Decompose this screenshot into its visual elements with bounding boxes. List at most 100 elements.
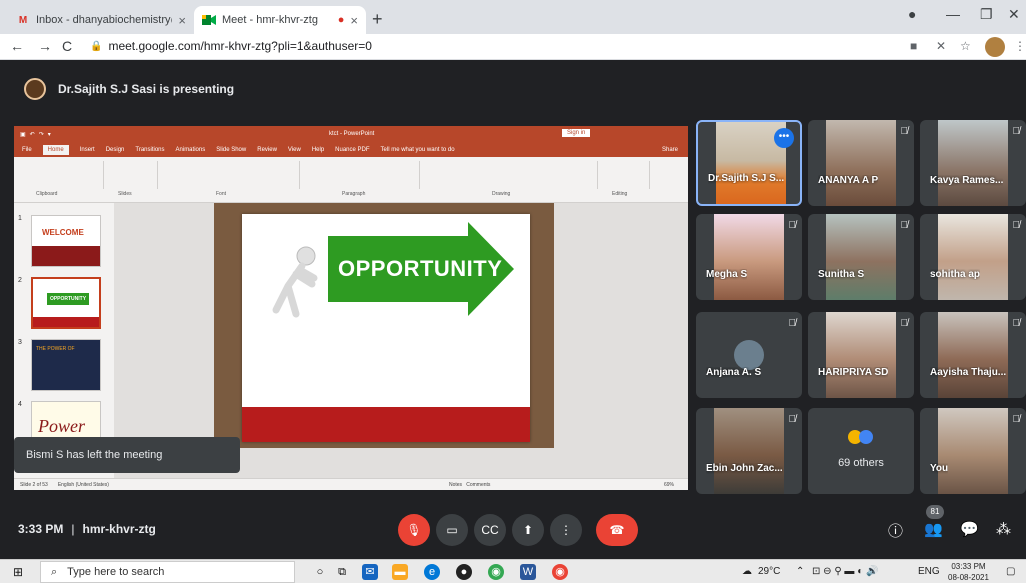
taskbar-search[interactable]: ⌕ Type here to search: [40, 561, 295, 583]
url-field[interactable]: 🔒 meet.google.com/hmr-khvr-ztg?pli=1&aut…: [90, 39, 372, 53]
cortana-icon[interactable]: ○: [312, 564, 328, 580]
group-label: Clipboard: [36, 191, 58, 197]
participant-tile[interactable]: 🎙̸ ANANYA A P: [808, 120, 914, 206]
input-language[interactable]: ENG: [918, 566, 940, 577]
minimize-button[interactable]: —: [946, 6, 960, 22]
ppt-title-bar: ▣↶↷▾ ktct - PowerPoint Sign in: [14, 126, 688, 143]
captions-button[interactable]: CC: [474, 514, 506, 546]
thumb-text: Power: [38, 416, 85, 436]
shared-screen: ▣↶↷▾ ktct - PowerPoint Sign in File Home…: [14, 126, 688, 490]
participant-video: [826, 214, 896, 300]
others-tile[interactable]: 69 others: [808, 408, 914, 494]
mic-toggle-button[interactable]: 🎙: [398, 514, 430, 546]
self-tile[interactable]: 🎙̸ You: [920, 408, 1026, 494]
participant-tile[interactable]: ••• Dr.Sajith S.J S...: [696, 120, 802, 206]
tab-title: Meet - hmr-khvr-ztg: [222, 14, 318, 26]
menu-file: File: [22, 147, 32, 153]
participant-tile[interactable]: 🎙̸ Kavya Rames...: [920, 120, 1026, 206]
tray-chevron-icon[interactable]: ⌃: [796, 566, 804, 577]
tab-meet[interactable]: Meet - hmr-khvr-ztg ● ×: [194, 6, 366, 34]
ppt-ribbon: Clipboard Slides Font Paragraph Drawing …: [14, 157, 688, 203]
new-tab-button[interactable]: +: [372, 9, 383, 30]
current-slide: OPPORTUNITY: [242, 214, 530, 442]
participant-video: [938, 312, 1008, 398]
activities-icon[interactable]: ⁂: [996, 520, 1011, 538]
chrome-profile-icon[interactable]: ◉: [552, 564, 568, 580]
group-label: Font: [216, 191, 227, 197]
participant-tile[interactable]: 🎙̸ Sunitha S: [808, 214, 914, 300]
menu-help: Help: [311, 147, 325, 153]
meeting-time: 3:33 PM: [18, 522, 64, 536]
present-button[interactable]: ⬆: [512, 514, 544, 546]
chat-icon[interactable]: 💬: [960, 520, 979, 538]
window-close-button[interactable]: ✕: [1008, 6, 1020, 23]
chrome-icon[interactable]: ◉: [488, 564, 504, 580]
close-icon[interactable]: ×: [350, 13, 358, 28]
language-status: English (United States): [57, 481, 109, 488]
tab-inbox[interactable]: M Inbox - dhanyabiochemistry@g ×: [8, 6, 194, 34]
bookmark-star-icon[interactable]: ☆: [960, 39, 971, 53]
mic-off-icon: 🎙̸: [788, 220, 797, 231]
slide-number: 2: [18, 277, 22, 284]
edge-icon[interactable]: e: [424, 564, 440, 580]
more-options-button[interactable]: ⋮: [550, 514, 582, 546]
task-view-icon[interactable]: ⧉: [334, 564, 350, 580]
camera-icon[interactable]: ■: [910, 39, 917, 53]
forward-button[interactable]: →: [38, 38, 52, 54]
camera-toggle-button[interactable]: ▭: [436, 514, 468, 546]
participant-tile[interactable]: 🎙̸ Ebin John Zac...: [696, 408, 802, 494]
meet-icon: [202, 14, 216, 26]
slide-number: 3: [18, 339, 22, 346]
windows-start-icon[interactable]: ⊞: [13, 565, 23, 579]
mic-off-icon: 🎙̸: [788, 318, 797, 329]
group-label: Drawing: [492, 191, 511, 197]
browser-tab-strip: M Inbox - dhanyabiochemistry@g × Meet - …: [0, 0, 1026, 34]
slide-thumbnail: THE POWER OF: [31, 339, 101, 391]
participant-tile[interactable]: 🎙̸ Aayisha Thaju...: [920, 312, 1026, 398]
weather-icon[interactable]: ☁: [742, 566, 752, 577]
word-icon[interactable]: W: [520, 564, 536, 580]
restore-button[interactable]: ❐: [980, 6, 993, 23]
meeting-details-icon[interactable]: ⓘ: [888, 520, 903, 541]
more-options-icon[interactable]: •••: [774, 128, 794, 148]
close-icon[interactable]: ×: [178, 13, 186, 28]
tab-title: Inbox - dhanyabiochemistry@g: [36, 14, 172, 26]
gmail-icon: M: [18, 14, 28, 26]
mic-off-icon: 🎙̸: [1012, 220, 1021, 231]
taskbar-clock[interactable]: 03:33 PM 08-08-2021: [948, 561, 989, 583]
mic-off-icon: 🎙̸: [900, 126, 909, 137]
menu-nuance: Nuance PDF: [335, 147, 370, 153]
participant-tile[interactable]: 🎙̸ HARIPRIYA SD: [808, 312, 914, 398]
profile-avatar[interactable]: [985, 37, 1005, 57]
lock-icon: 🔒: [90, 40, 103, 52]
reload-button[interactable]: C: [62, 38, 72, 54]
mute-site-icon[interactable]: ✕: [936, 39, 946, 53]
participant-tile[interactable]: 🎙̸ Megha S: [696, 214, 802, 300]
participant-video: [826, 120, 896, 206]
people-icon[interactable]: 👥: [924, 520, 943, 538]
notifications-icon[interactable]: ▢: [1006, 566, 1015, 577]
menu-transitions: Transitions: [135, 147, 165, 153]
app-icon[interactable]: ●: [456, 564, 472, 580]
windows-taskbar: ⊞ ⌕ Type here to search ○ ⧉ ✉ ▬ e ● ◉ W …: [0, 559, 1026, 583]
menu-view: View: [287, 147, 301, 153]
toast-text: Bismi S has left the meeting: [26, 449, 163, 461]
ribbon-group-font: [160, 161, 300, 189]
weather-temp: 29°C: [758, 566, 781, 577]
pushing-figure-icon: [272, 246, 318, 318]
meeting-info: 3:33 PM | hmr-khvr-ztg: [18, 522, 156, 536]
menu-review: Review: [257, 147, 277, 153]
account-circle-icon[interactable]: ●: [908, 6, 916, 22]
menu-kebab-icon[interactable]: ⋮: [1014, 39, 1026, 53]
tray-icons[interactable]: ⊡ ⊖ ⚲ ▬ ◐ 🔊: [812, 566, 878, 577]
participant-count-badge: 81: [926, 505, 944, 519]
mail-app-icon[interactable]: ✉: [362, 564, 378, 580]
participant-tile[interactable]: 🎙̸ sohitha ap: [920, 214, 1026, 300]
participant-tile[interactable]: 🎙̸ Anjana A. S: [696, 312, 802, 398]
leave-call-button[interactable]: ☎: [596, 514, 638, 546]
participant-video: [714, 214, 784, 300]
back-button[interactable]: ←: [10, 38, 24, 54]
file-explorer-icon[interactable]: ▬: [392, 564, 408, 580]
ribbon-group-paragraph: [302, 161, 420, 189]
participant-video: [826, 312, 896, 398]
